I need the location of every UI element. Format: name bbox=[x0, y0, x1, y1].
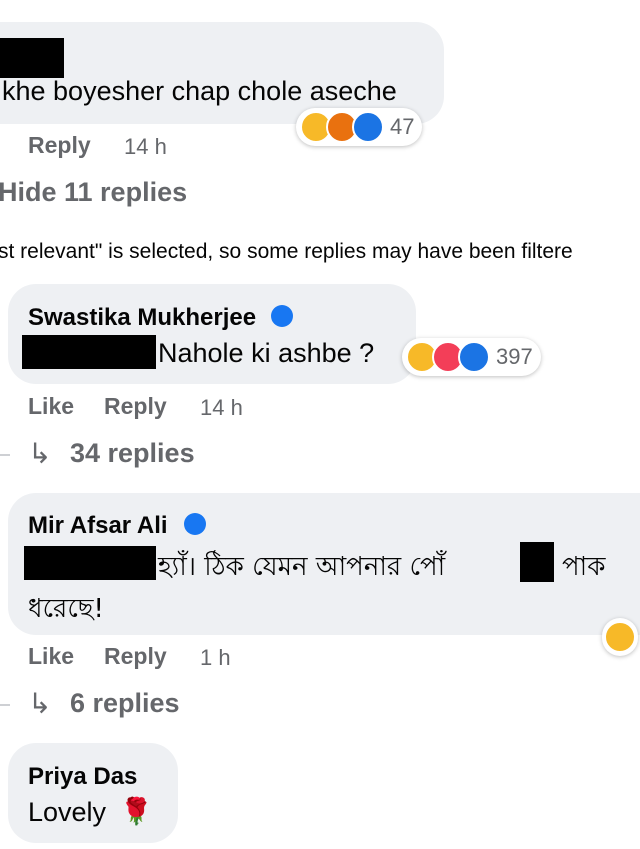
reply-button[interactable]: Reply bbox=[104, 393, 167, 420]
timestamp[interactable]: 14 h bbox=[200, 395, 243, 421]
author-name[interactable]: Swastika Mukherjee bbox=[28, 304, 256, 332]
view-replies-button[interactable]: 34 replies bbox=[70, 438, 195, 469]
like-button[interactable]: Like bbox=[28, 393, 74, 420]
reaction-summary[interactable]: 397 bbox=[402, 338, 541, 376]
hide-replies-button[interactable]: Hide 11 replies bbox=[0, 177, 187, 208]
author-name[interactable]: Priya Das bbox=[28, 763, 137, 791]
rose-icon: 🌹 bbox=[120, 796, 153, 826]
verified-badge-icon bbox=[271, 305, 293, 327]
like-icon bbox=[458, 341, 490, 373]
reaction-count: 397 bbox=[496, 344, 533, 369]
reply-bubble bbox=[8, 743, 178, 843]
redacted-word bbox=[520, 542, 554, 582]
redacted-name bbox=[0, 38, 64, 78]
reply-button[interactable]: Reply bbox=[28, 132, 91, 159]
reply-button[interactable]: Reply bbox=[104, 643, 167, 670]
reply-text: Nahole ki ashbe ? bbox=[158, 338, 375, 368]
thread-line bbox=[0, 454, 10, 456]
like-icon bbox=[352, 111, 384, 143]
reply-text-line2: ধরেছে! bbox=[28, 594, 104, 624]
like-button[interactable]: Like bbox=[28, 643, 74, 670]
reply-text: Lovely bbox=[28, 797, 107, 827]
redacted-mention bbox=[22, 335, 156, 369]
verified-badge-icon bbox=[184, 513, 206, 535]
view-replies-button[interactable]: 6 replies bbox=[70, 688, 180, 719]
reply-arrow-icon: ↳ bbox=[28, 688, 52, 719]
filter-note: st relevant" is selected, so some replie… bbox=[0, 240, 573, 263]
reply-arrow-icon: ↳ bbox=[28, 438, 52, 469]
reply-bubble bbox=[8, 284, 416, 384]
reaction-summary[interactable]: 47 bbox=[296, 108, 423, 146]
timestamp[interactable]: 1 h bbox=[200, 645, 231, 671]
thread-line bbox=[0, 704, 10, 706]
reply-text: হ্যাঁ। ঠিক যেমন আপনার পোঁ bbox=[158, 552, 446, 582]
redacted-mention bbox=[24, 546, 156, 580]
reply-text-cont: পাক bbox=[562, 552, 606, 582]
reaction-summary[interactable] bbox=[602, 618, 638, 656]
comment-text: khe boyesher chap chole aseche bbox=[2, 76, 397, 106]
haha-icon bbox=[604, 621, 636, 653]
author-name[interactable]: Mir Afsar Ali bbox=[28, 512, 168, 540]
timestamp[interactable]: 14 h bbox=[124, 134, 167, 160]
reaction-count: 47 bbox=[390, 114, 415, 139]
